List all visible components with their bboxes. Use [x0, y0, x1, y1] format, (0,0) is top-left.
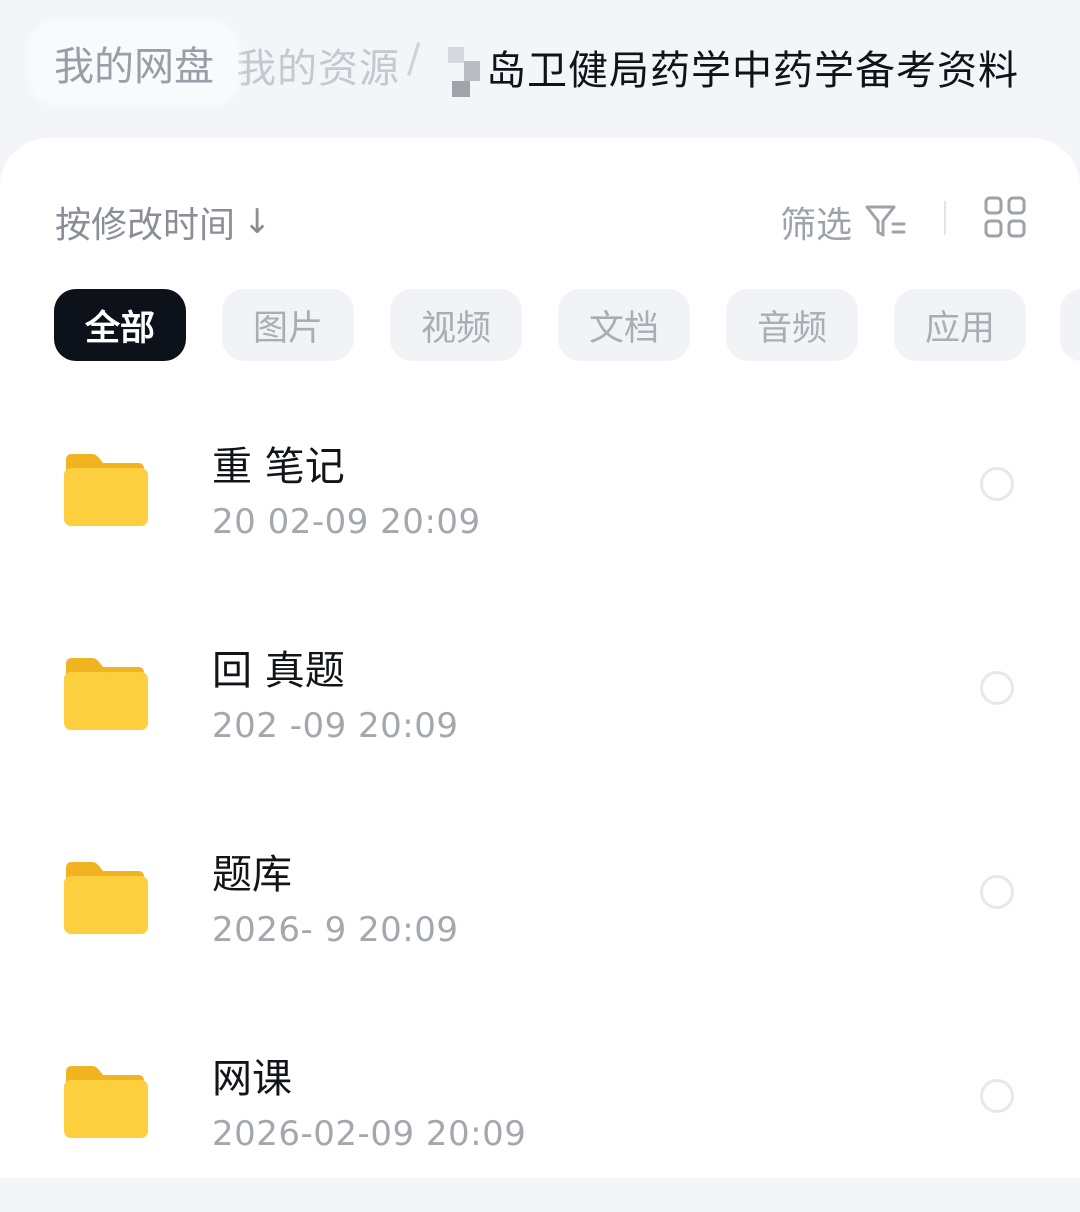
breadcrumb-item-my-drive[interactable]: 我的网盘	[30, 22, 238, 104]
list-item[interactable]: 题库 2026- 9 20:09	[0, 828, 1080, 1008]
breadcrumb-current-label: 岛卫健局药学中药学备考资料	[486, 48, 1019, 94]
file-date: 2026- 9 20:09	[212, 910, 459, 950]
folder-icon	[64, 862, 148, 934]
file-date: 20 02-09 20:09	[212, 502, 481, 542]
file-date: 2026-02-09 20:09	[212, 1114, 527, 1154]
toolbar-divider	[944, 201, 946, 235]
sort-arrow-icon: ↓	[243, 202, 272, 242]
category-tabs: 全部 图片 视频 文档 音频 应用	[54, 289, 1080, 361]
filter-icon	[865, 205, 906, 237]
file-name: 重 笔记	[212, 444, 345, 490]
breadcrumb-item-resources[interactable]: 我的资源	[236, 36, 400, 94]
file-name: 回 真题	[212, 648, 345, 694]
list-item[interactable]: 回 真题 202 -09 20:09	[0, 624, 1080, 804]
file-date: 202 -09 20:09	[212, 706, 459, 746]
filter-label: 筛选	[780, 205, 853, 246]
breadcrumb-current-folder: 岛卫健局药学中药学备考资料	[448, 38, 1019, 99]
tab-documents[interactable]: 文档	[558, 289, 690, 361]
select-radio[interactable]	[980, 875, 1014, 909]
tab-audio[interactable]: 音频	[726, 289, 858, 361]
folder-icon	[64, 1066, 148, 1138]
tab-all[interactable]: 全部	[54, 289, 186, 361]
tab-images[interactable]: 图片	[222, 289, 354, 361]
filter-button[interactable]: 筛选	[780, 196, 908, 248]
select-radio[interactable]	[980, 1079, 1014, 1113]
breadcrumb: 我的资源 我的网盘 / 岛卫健局药学中药学备考资料	[0, 0, 1080, 140]
tab-apps[interactable]: 应用	[894, 289, 1026, 361]
breadcrumb-separator: /	[407, 36, 421, 82]
file-list-panel: 按修改时间 ↓ 筛选 全部 图片 视频 文档 音频 应用 重 笔记 20 02-…	[0, 138, 1080, 1178]
sort-label: 按修改时间	[55, 205, 236, 246]
list-item[interactable]: 重 笔记 20 02-09 20:09	[0, 420, 1080, 600]
sort-button[interactable]: 按修改时间 ↓	[55, 196, 272, 248]
folder-icon	[64, 658, 148, 730]
tab-videos[interactable]: 视频	[390, 289, 522, 361]
select-radio[interactable]	[980, 671, 1014, 705]
file-name: 题库	[212, 852, 292, 898]
list-item[interactable]: 网课 2026-02-09 20:09	[0, 1032, 1080, 1212]
mosaic-redaction	[448, 47, 484, 99]
folder-icon	[64, 454, 148, 526]
select-radio[interactable]	[980, 467, 1014, 501]
grid-view-icon[interactable]	[984, 196, 1026, 238]
tab-more[interactable]	[1060, 289, 1080, 361]
file-name: 网课	[212, 1056, 292, 1102]
